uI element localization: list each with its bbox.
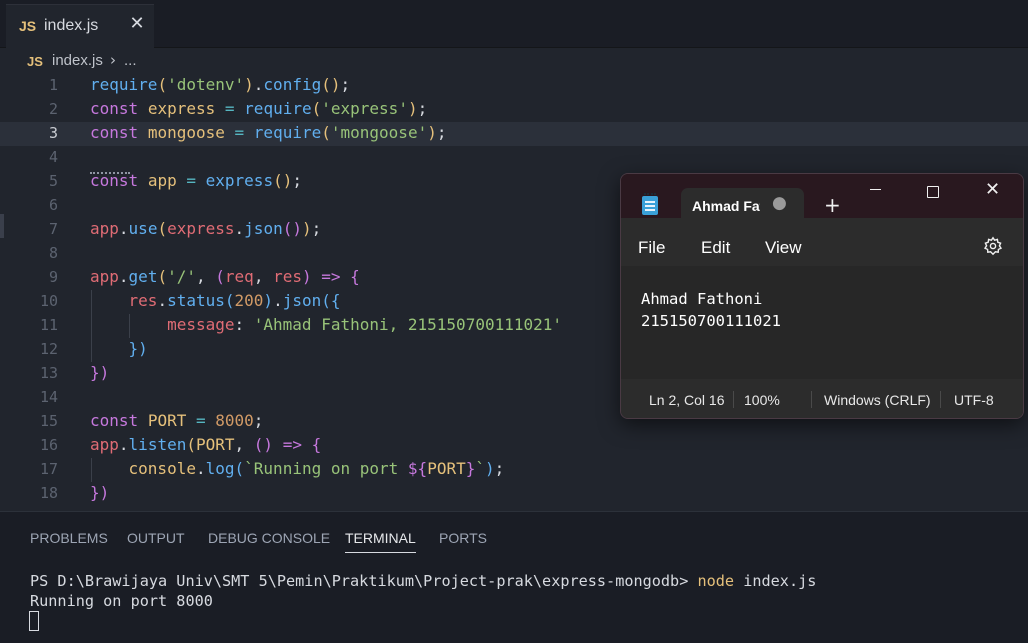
- tab-ports[interactable]: PORTS: [439, 530, 487, 546]
- notepad-status-bar: Ln 2, Col 16 100% Windows (CRLF) UTF-8: [621, 379, 1023, 418]
- editor-tab-label: index.js: [44, 17, 99, 34]
- line-number: 5: [48, 172, 58, 190]
- close-window-icon[interactable]: ✕: [985, 179, 1000, 200]
- editor-tab-index-js[interactable]: JS index.js ✕: [6, 4, 154, 48]
- line-number: 1: [48, 76, 58, 94]
- line-number: 6: [48, 196, 58, 214]
- minimize-icon[interactable]: [868, 180, 884, 196]
- terminal-cursor: [29, 611, 39, 631]
- code-text: app.use(express.json());: [90, 219, 322, 238]
- terminal-command-line[interactable]: PS D:\Brawijaya Univ\SMT 5\Pemin\Praktik…: [30, 572, 816, 590]
- status-line-ending: Windows (CRLF): [824, 392, 931, 408]
- line-number: 3: [48, 124, 58, 142]
- tab-output[interactable]: OUTPUT: [127, 530, 185, 546]
- line-number: 2: [48, 100, 58, 118]
- status-encoding: UTF-8: [954, 392, 994, 408]
- breadcrumb: JS index.js › ...: [0, 48, 1028, 74]
- line-number: 18: [39, 484, 58, 502]
- notepad-tab[interactable]: Ahmad Fathoni ●: [681, 188, 804, 219]
- unsaved-dot-icon[interactable]: ●: [772, 193, 787, 213]
- line-number: 10: [39, 292, 58, 310]
- terminal-command: node: [697, 572, 735, 590]
- code-text: console.log(`Running on port ${PORT}`);: [128, 459, 505, 478]
- line-number: 12: [39, 340, 58, 358]
- line-number: 14: [39, 388, 58, 406]
- javascript-file-icon: JS: [19, 18, 37, 34]
- notepad-text-area[interactable]: Ahmad Fathoni 215150700111021: [621, 266, 1023, 379]
- code-text: res.status(200).json({: [128, 291, 341, 310]
- notepad-text-line: 215150700111021: [641, 312, 781, 330]
- indent-guide: [91, 290, 92, 362]
- status-divider: [940, 391, 941, 408]
- status-cursor-position: Ln 2, Col 16: [649, 392, 725, 408]
- tab-problems[interactable]: PROBLEMS: [30, 530, 108, 546]
- code-text: }): [90, 483, 110, 502]
- editor-tab-bar: JS index.js ✕: [0, 0, 1028, 48]
- notepad-app-icon: [642, 193, 658, 215]
- breadcrumb-chevron-icon: ›: [110, 51, 116, 69]
- notepad-text-line: Ahmad Fathoni: [641, 290, 763, 308]
- status-divider: [811, 391, 812, 408]
- code-text: app.listen(PORT, () => {: [90, 435, 322, 454]
- javascript-file-icon: JS: [27, 54, 43, 69]
- code-line: 2 const express = require('express');: [0, 98, 1028, 122]
- notepad-title-bar[interactable]: Ahmad Fathoni ● + ✕: [621, 174, 1023, 219]
- line-number: 15: [39, 412, 58, 430]
- new-tab-button[interactable]: +: [824, 193, 841, 217]
- indent-guide: [129, 314, 130, 338]
- code-text: }): [90, 363, 110, 382]
- tab-debug-console[interactable]: DEBUG CONSOLE: [208, 530, 330, 546]
- bottom-panel: PROBLEMS OUTPUT DEBUG CONSOLE TERMINAL P…: [0, 511, 1028, 643]
- breadcrumb-symbols[interactable]: ...: [124, 52, 137, 69]
- line-number: 4: [48, 148, 58, 166]
- code-text: const express = require('express');: [90, 99, 428, 118]
- breadcrumb-file[interactable]: index.js: [52, 52, 103, 69]
- line-number: 9: [48, 268, 58, 286]
- line-number: 11: [39, 316, 58, 334]
- notepad-menu-bar: File Edit View: [621, 218, 1023, 266]
- code-line: 1 require('dotenv').config();: [0, 74, 1028, 98]
- code-text: }): [128, 339, 148, 358]
- code-line: 16 app.listen(PORT, () => {: [0, 434, 1028, 458]
- terminal-output: Running on port 8000: [30, 592, 213, 610]
- code-text: const PORT = 8000;: [90, 411, 264, 430]
- line-number: 7: [48, 220, 58, 238]
- code-text: const app = express();: [90, 171, 302, 190]
- code-text: message: 'Ahmad Fathoni, 215150700111021…: [167, 315, 563, 334]
- code-line: 17 console.log(`Running on port ${PORT}`…: [0, 458, 1028, 482]
- status-zoom: 100%: [744, 392, 780, 408]
- notepad-window[interactable]: Ahmad Fathoni ● + ✕ File Edit View Ahmad…: [620, 173, 1024, 419]
- line-number: 16: [39, 436, 58, 454]
- maximize-icon[interactable]: [927, 186, 939, 198]
- menu-file[interactable]: File: [638, 238, 665, 258]
- settings-gear-icon[interactable]: [983, 236, 1003, 256]
- line-number: 17: [39, 460, 58, 478]
- line-number: 13: [39, 364, 58, 382]
- indent-guide: [91, 458, 92, 482]
- code-line: 4: [0, 146, 1028, 170]
- code-text: const mongoose = require('mongoose');: [90, 123, 447, 142]
- terminal-args: index.js: [734, 572, 817, 590]
- close-tab-icon[interactable]: ✕: [126, 13, 148, 35]
- code-line-current: 3 const mongoose = require('mongoose');: [0, 122, 1028, 146]
- code-text: require('dotenv').config();: [90, 75, 351, 94]
- tab-terminal[interactable]: TERMINAL: [345, 530, 416, 553]
- status-divider: [733, 391, 734, 408]
- notepad-tab-title: Ahmad Fathoni: [692, 198, 760, 214]
- menu-view[interactable]: View: [765, 238, 802, 258]
- terminal-prompt: PS D:\Brawijaya Univ\SMT 5\Pemin\Praktik…: [30, 572, 698, 590]
- code-text: app.get('/', (req, res) => {: [90, 267, 360, 286]
- code-line: 18 }): [0, 482, 1028, 506]
- line-number: 8: [48, 244, 58, 262]
- menu-edit[interactable]: Edit: [701, 238, 730, 258]
